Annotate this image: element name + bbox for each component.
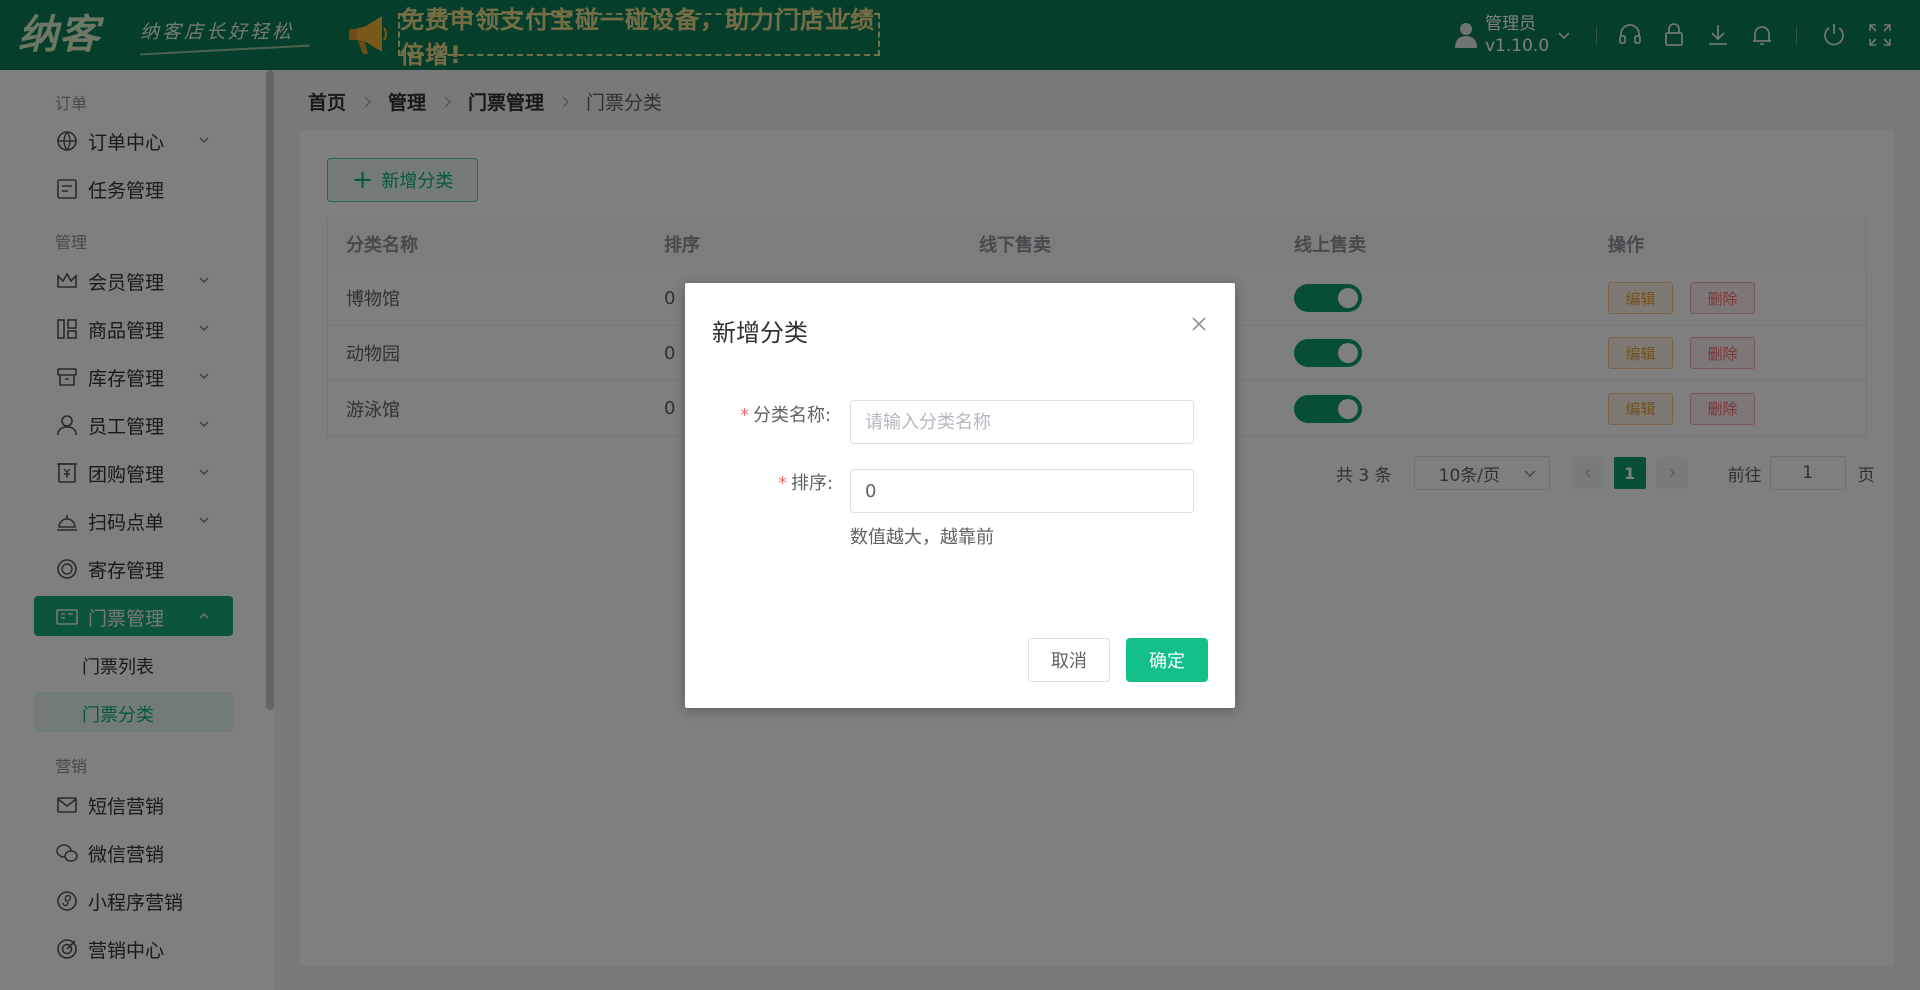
confirm-button[interactable]: 确定 (1126, 638, 1208, 682)
cancel-button[interactable]: 取消 (1028, 638, 1110, 682)
dialog-title: 新增分类 (712, 319, 808, 347)
required-asterisk: * (740, 405, 749, 426)
category-name-label: * 分类名称: (740, 405, 832, 426)
sort-hint: 数值越大，越靠前 (850, 527, 994, 548)
close-icon[interactable] (1190, 315, 1208, 333)
sort-label: * 排序: (778, 473, 834, 494)
add-category-dialog: 新增分类 *分类名称: *排序: 数值越大，越靠前 取消 确定 (685, 283, 1235, 708)
required-asterisk: * (778, 473, 787, 494)
sort-input[interactable] (850, 469, 1194, 513)
category-name-input[interactable] (850, 400, 1194, 444)
